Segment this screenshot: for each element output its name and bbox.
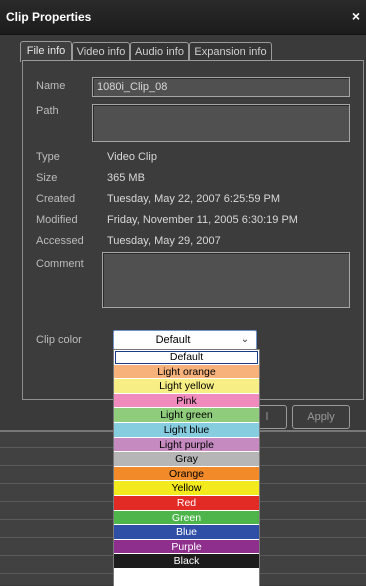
tab-expansion-info[interactable]: Expansion info <box>189 42 272 61</box>
created-label: Created <box>36 193 76 205</box>
clip-color-option[interactable]: Black <box>114 554 259 569</box>
name-label: Name <box>36 80 66 92</box>
clip-color-option[interactable]: Blue <box>114 525 259 540</box>
accessed-value: Tuesday, May 29, 2007 <box>107 235 221 247</box>
created-value: Tuesday, May 22, 2007 6:25:59 PM <box>107 193 281 205</box>
comment-field[interactable] <box>102 252 350 308</box>
title-bar: Clip Properties × <box>0 0 366 35</box>
clip-color-option[interactable]: Green <box>114 510 259 526</box>
name-field[interactable]: 1080i_Clip_08 <box>92 77 350 97</box>
clip-color-option[interactable]: Orange <box>114 466 259 482</box>
clip-color-option[interactable]: Red <box>114 495 259 511</box>
clip-color-option[interactable]: Light green <box>114 408 259 423</box>
modified-label: Modified <box>36 214 78 226</box>
clip-color-select[interactable]: Default ⌄ <box>113 330 257 350</box>
clip-color-option[interactable]: Yellow <box>114 481 259 496</box>
clip-color-option[interactable]: Purple <box>114 539 259 555</box>
chevron-down-icon: ⌄ <box>240 334 250 345</box>
path-label: Path <box>36 105 59 117</box>
window-title: Clip Properties <box>6 10 92 24</box>
apply-button: Apply <box>292 405 350 429</box>
size-value: 365 MB <box>107 172 145 184</box>
type-value: Video Clip <box>107 151 157 163</box>
tab-audio-info[interactable]: Audio info <box>130 42 189 61</box>
clip-color-option[interactable]: Light orange <box>114 364 259 380</box>
clip-color-option[interactable]: Light purple <box>114 437 259 453</box>
clip-color-option[interactable]: Light blue <box>114 422 259 438</box>
clip-color-label: Clip color <box>36 334 82 346</box>
clip-color-option[interactable]: Pink <box>114 393 259 409</box>
type-label: Type <box>36 151 60 163</box>
accessed-label: Accessed <box>36 235 84 247</box>
tab-video-info[interactable]: Video info <box>72 42 130 61</box>
modified-value: Friday, November 11, 2005 6:30:19 PM <box>107 214 298 226</box>
comment-label: Comment <box>36 258 84 270</box>
tab-file-info[interactable]: File info <box>20 41 72 62</box>
clip-color-option[interactable]: Light yellow <box>114 379 259 394</box>
clip-color-selected-value: Default <box>155 334 191 346</box>
clip-color-option[interactable]: Gray <box>114 452 259 467</box>
size-label: Size <box>36 172 58 184</box>
close-icon[interactable]: × <box>348 7 364 25</box>
clip-color-dropdown-list: Default Light orange Light yellow Pink Light… <box>113 349 260 586</box>
path-field[interactable] <box>92 104 350 142</box>
clip-color-option[interactable]: Default <box>114 350 259 365</box>
